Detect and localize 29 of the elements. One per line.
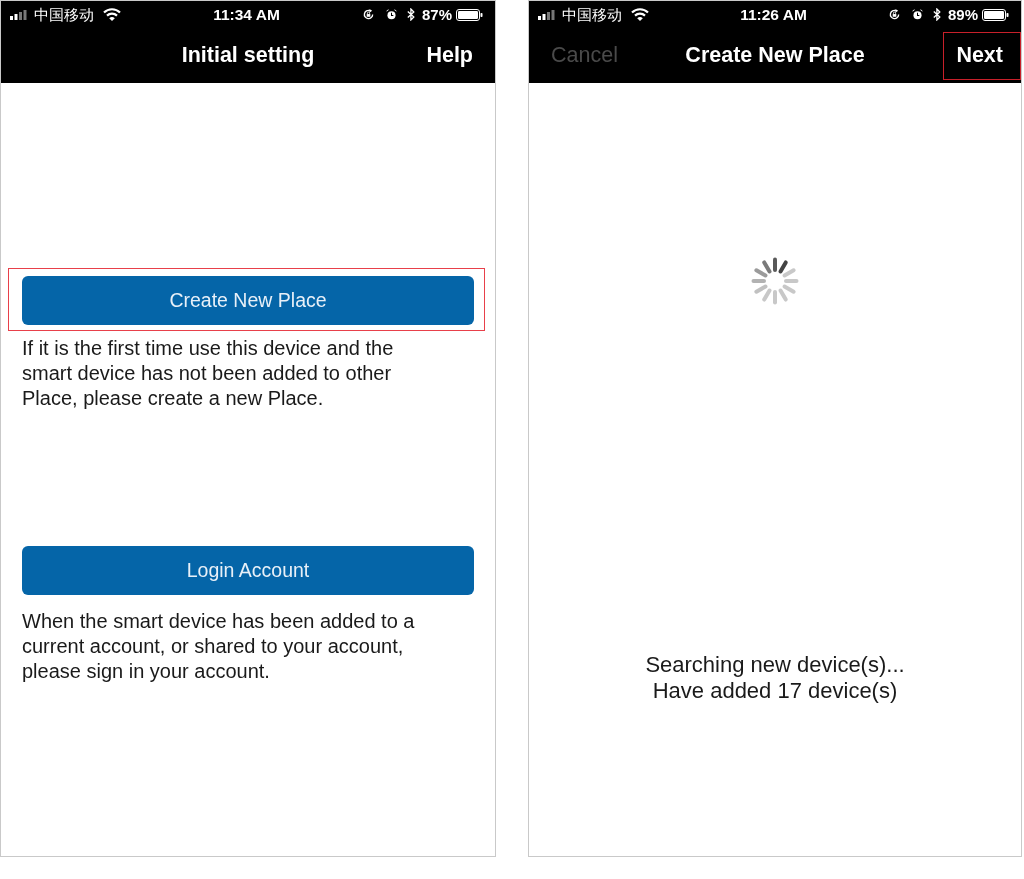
battery-icon	[456, 8, 483, 21]
signal-strength-icon	[538, 9, 555, 20]
carrier-name: 中国移动	[562, 6, 622, 23]
action-button[interactable]: Create New Place	[22, 276, 474, 325]
wifi-icon	[103, 8, 121, 21]
alarm-clock-icon	[911, 9, 923, 20]
description-text: When the smart device has been added to a current account, or shared to your account, please sign in your account.	[22, 609, 416, 684]
bluetooth-icon	[932, 8, 941, 21]
status-message: Have added 17 device(s)	[652, 678, 898, 704]
bluetooth-icon	[406, 8, 415, 21]
screen-title: Create New Place	[685, 43, 865, 68]
rotation-lock-icon	[362, 9, 374, 20]
battery-percentage: 87%	[421, 6, 452, 23]
action-button[interactable]: Login Account	[22, 546, 474, 595]
nav-right-button[interactable]: Next	[943, 31, 1021, 80]
clock-time: 11:26 AM	[740, 6, 807, 23]
nav-right-button[interactable]: Help	[413, 31, 486, 80]
battery-icon	[982, 8, 1009, 21]
rotation-lock-icon	[888, 9, 900, 20]
carrier-name: 中国移动	[34, 6, 94, 23]
loading-spinner-icon	[751, 257, 799, 305]
status-message: Searching new device(s)...	[645, 652, 905, 678]
signal-strength-icon	[10, 9, 27, 20]
wifi-icon	[631, 8, 649, 21]
description-text: If it is the first time use this device and the smart device has not been added to other Place, please create a new Place.	[22, 336, 395, 411]
screen-title: Initial setting	[181, 43, 315, 68]
battery-percentage: 89%	[947, 6, 978, 23]
alarm-clock-icon	[385, 9, 397, 20]
clock-time: 11:34 AM	[213, 6, 280, 23]
